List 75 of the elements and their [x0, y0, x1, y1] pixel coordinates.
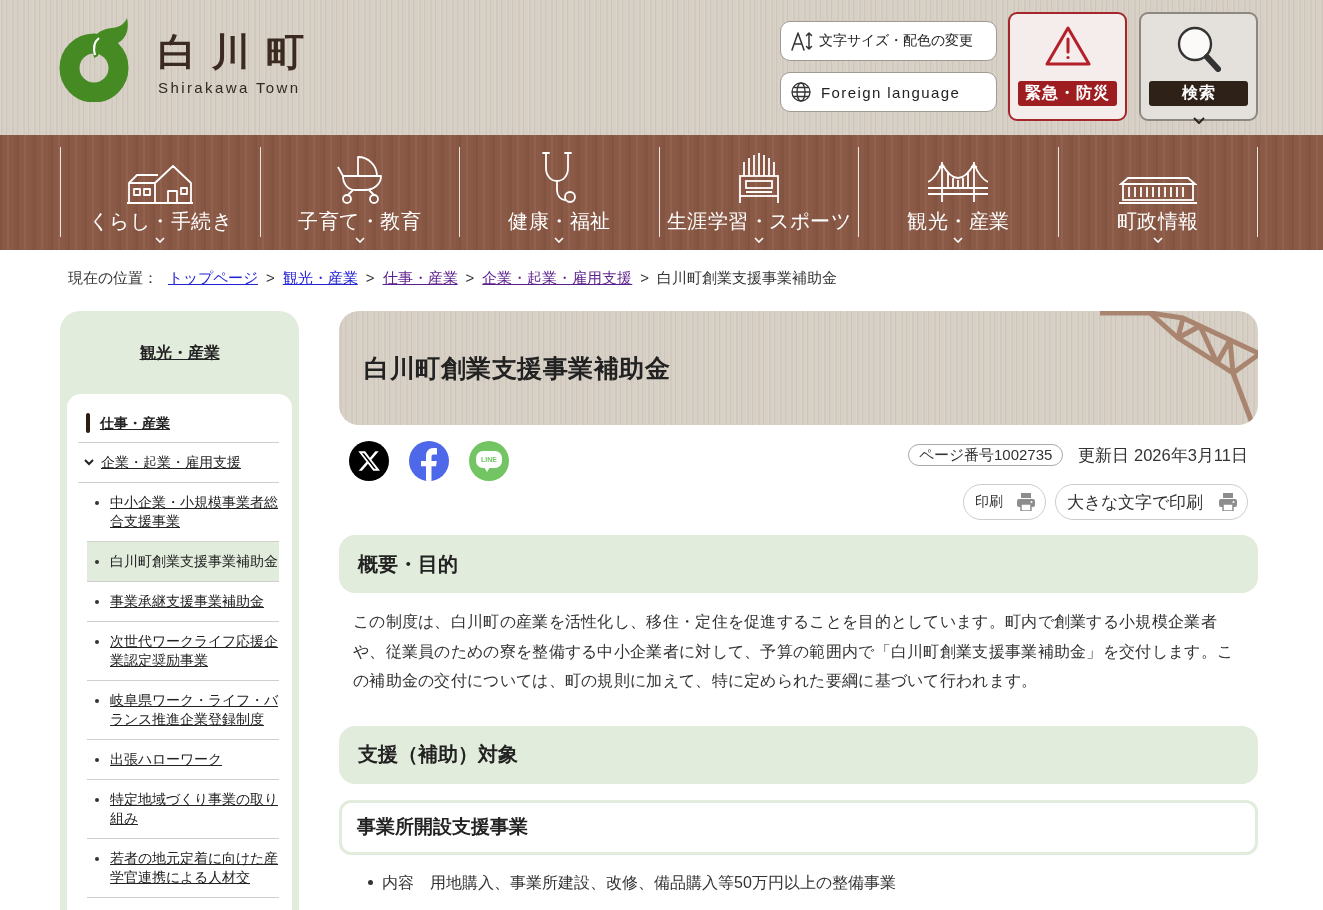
building-icon	[1118, 176, 1197, 204]
house-icon	[126, 162, 195, 204]
sidebar-menu-item[interactable]: 岐阜県ワーク・ライフ・バランス推進企業登録制度	[87, 681, 279, 740]
subsection-heading: 事業所開設支援事業	[339, 799, 1258, 855]
breadcrumb-link[interactable]: 観光・産業	[282, 269, 358, 287]
breadcrumb-separator: >	[465, 269, 475, 287]
search-icon	[1176, 26, 1221, 72]
stroller-icon	[335, 154, 384, 204]
breadcrumb-separator: >	[365, 269, 375, 287]
nav-menu-item[interactable]: 観光・産業	[859, 135, 1058, 247]
suspension-bridge-icon	[928, 160, 989, 204]
vertical-bar-icon	[86, 413, 90, 433]
section-heading: 支援（補助）対象	[339, 725, 1258, 784]
sidebar-menu-item[interactable]: 事業承継支援事業補助金	[87, 582, 279, 622]
sidebar-menu-item[interactable]: 若者の地元定着に向けた産学官連携による人材交	[87, 839, 279, 898]
bullet-icon	[95, 699, 99, 703]
bullet-icon	[95, 560, 99, 564]
sidebar-menu-item[interactable]: 仕事・産業	[78, 404, 279, 443]
nav-menu-item[interactable]: 健康・福祉	[460, 135, 659, 247]
globe-icon	[791, 82, 811, 102]
sidebar-menu-item[interactable]: 企業・起業・雇用支援	[78, 443, 279, 483]
chevron-down-icon	[1193, 117, 1205, 124]
chevron-down-icon	[354, 237, 365, 243]
text-size-icon	[791, 31, 813, 51]
list-item-text: 内容 用地購入、事業所建設、改修、備品購入等50万円以上の整備事業	[382, 872, 896, 893]
print-button[interactable]: 印刷	[963, 484, 1046, 520]
nav-menu-item[interactable]: 町政情報	[1058, 135, 1257, 247]
print-button[interactable]: 大きな文字で印刷	[1055, 484, 1248, 520]
breadcrumb-separator: >	[266, 269, 275, 287]
chevron-down-icon	[155, 237, 166, 243]
sidebar-menu-item[interactable]: 次世代ワークライフ応援企業認定奨励事業	[87, 622, 279, 681]
bullet-icon	[368, 880, 373, 885]
facebook-share-button[interactable]	[409, 441, 449, 481]
bullet-icon	[95, 857, 99, 861]
breadcrumb-label: 現在の位置：	[68, 269, 158, 287]
bullet-icon	[95, 640, 99, 644]
leaf-emblem-icon	[58, 18, 130, 102]
page-title: 白川町創業支援事業補助金	[364, 353, 670, 384]
bullet-icon	[95, 600, 99, 604]
search-button[interactable]: 検索	[1139, 12, 1258, 121]
chevron-down-icon	[953, 237, 964, 243]
nav-menu-item[interactable]: 子育て・教育	[260, 135, 459, 247]
chevron-down-icon	[753, 237, 764, 243]
language-button[interactable]: Foreign language	[780, 72, 997, 112]
chevron-down-icon	[554, 237, 565, 243]
updated-date: 更新日 2026年3月11日	[1078, 445, 1248, 465]
breadcrumb-link[interactable]: トップページ	[168, 269, 258, 287]
body-paragraph: この制度は、白川町の産業を活性化し、移住・定住を促進することを目的としています。町内で創業する小規模企業者や、従業員のための寮を整備する中小企業者に対して、予算の範囲内で「白川町創業支援事業補助金」を交付します。この補助金の交付については、町の規則に加えて、特に定められた要綱に基づいて行われます。	[352, 612, 1235, 691]
nav-menu-item[interactable]: 生涯学習・スポーツ	[659, 135, 858, 247]
facebook-logo-icon	[420, 448, 438, 481]
bullet-icon	[95, 501, 99, 505]
x-logo-icon	[358, 451, 380, 471]
bullet-icon	[95, 798, 99, 802]
chevron-down-icon	[1152, 237, 1163, 243]
printer-icon	[1219, 493, 1237, 511]
emergency-button[interactable]: 緊急・防災	[1008, 12, 1127, 121]
site-subtitle: Shirakawa Town	[158, 78, 301, 98]
text-size-button[interactable]: 文字サイズ・配色の変更	[780, 21, 997, 61]
breadcrumb-link[interactable]: 仕事・産業	[382, 269, 458, 287]
pipe-organ-icon	[737, 152, 780, 204]
nav-menu-item[interactable]: くらし・手続き	[61, 135, 260, 247]
sidebar-menu-item[interactable]: 出張ハローワーク	[87, 740, 279, 780]
breadcrumb-separator: >	[640, 269, 650, 287]
warning-icon	[1044, 26, 1091, 66]
bullet-icon	[95, 758, 99, 762]
printer-icon	[1017, 493, 1035, 511]
x-share-button[interactable]	[349, 441, 389, 481]
sidebar-menu-item[interactable]: 特定地域づくり事業の取り組み	[87, 780, 279, 839]
sidebar-title-link[interactable]: 観光・産業	[139, 344, 220, 361]
breadcrumb-current: 白川町創業支援事業補助金	[657, 269, 838, 287]
sidebar-menu-item[interactable]: 白川町創業支援事業補助金	[87, 542, 279, 582]
breadcrumb-link[interactable]: 企業・起業・雇用支援	[482, 269, 633, 287]
site-title: 白川町	[158, 30, 320, 75]
stethoscope-icon	[541, 152, 578, 204]
section-heading: 概要・目的	[339, 535, 1258, 593]
